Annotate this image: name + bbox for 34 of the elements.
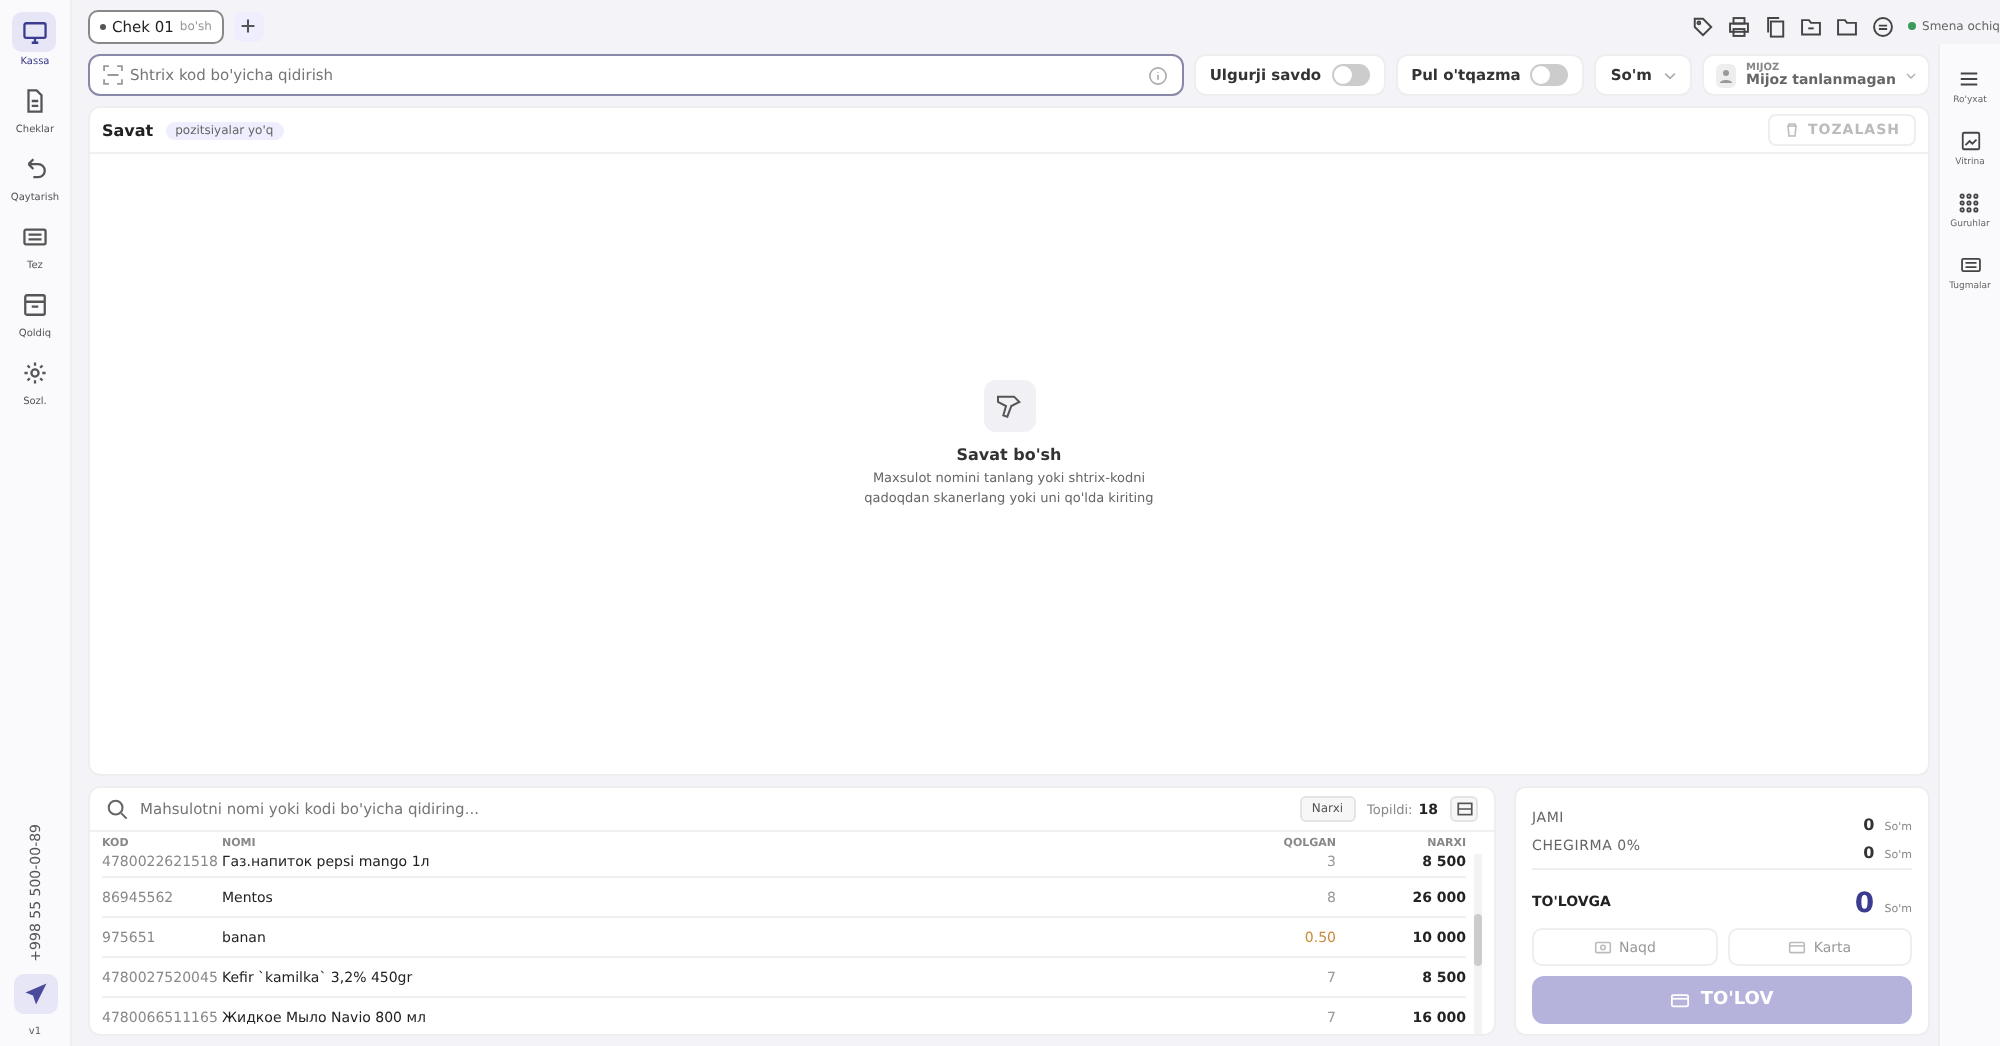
add-tab-button[interactable] (233, 11, 264, 41)
info-icon (1147, 65, 1168, 85)
copy-icon[interactable] (1764, 15, 1787, 37)
search-icon (106, 798, 128, 820)
document-icon (21, 87, 48, 113)
chevron-down-icon (1664, 71, 1676, 79)
image-icon (1959, 130, 1981, 152)
toggle-switch[interactable] (1530, 64, 1569, 86)
cart-title: Savat (102, 121, 154, 139)
card-icon (1787, 938, 1806, 956)
table-icon (1455, 800, 1473, 818)
toggle-switch[interactable] (1331, 64, 1370, 86)
archive-icon (21, 291, 48, 317)
list-icon (1958, 68, 1981, 90)
card-icon (1670, 990, 1691, 1010)
send-button[interactable] (13, 974, 57, 1014)
empty-title: Savat bo'sh (956, 445, 1062, 464)
keyboard-icon (1959, 254, 1981, 276)
chevron-down-icon (1906, 71, 1916, 79)
grid-icon (1958, 192, 1981, 214)
cash-icon (1593, 938, 1612, 956)
view-toggle-button[interactable] (1450, 796, 1478, 822)
scrollbar[interactable] (1474, 914, 1482, 966)
folder-icon[interactable] (1800, 15, 1823, 37)
printer-icon[interactable] (1728, 15, 1751, 37)
paper-plane-icon (23, 982, 47, 1006)
tag-icon[interactable] (1692, 15, 1715, 37)
monitor-icon (21, 19, 48, 45)
trash-icon (1784, 122, 1800, 138)
folder-icon[interactable] (1836, 15, 1859, 37)
keyboard-icon (21, 223, 48, 249)
plus-icon (240, 18, 257, 34)
barcode-icon (102, 64, 124, 86)
user-icon (1716, 63, 1737, 87)
